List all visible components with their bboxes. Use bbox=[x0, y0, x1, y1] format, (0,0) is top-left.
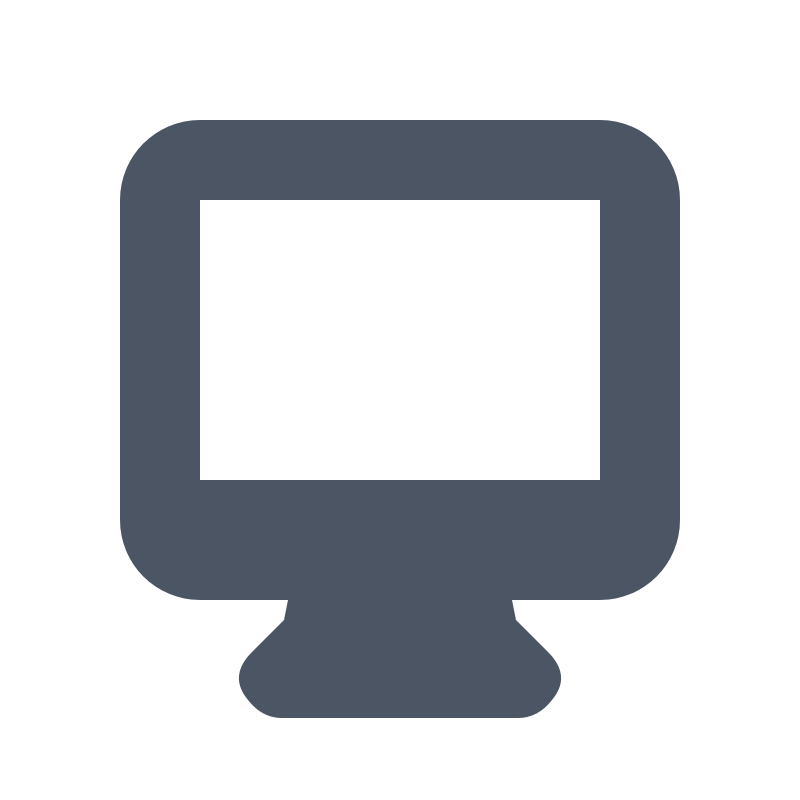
monitor-screen bbox=[200, 200, 600, 480]
monitor-stand bbox=[238, 580, 562, 718]
icon-canvas bbox=[0, 0, 800, 800]
desktop-monitor-icon bbox=[120, 120, 680, 718]
